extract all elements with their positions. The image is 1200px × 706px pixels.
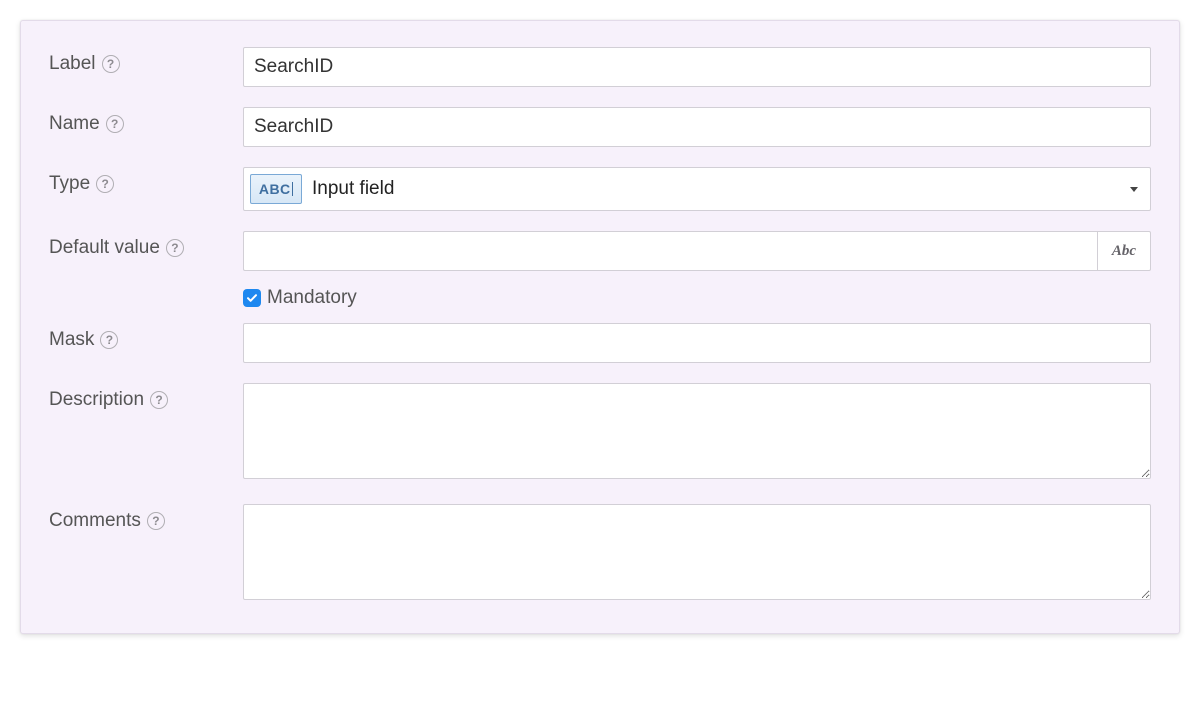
row-type: Type ? ABC Input field [49, 167, 1151, 211]
type-label: Type ? [49, 167, 243, 195]
mask-input[interactable] [243, 323, 1151, 363]
comments-textarea[interactable] [243, 504, 1151, 600]
label-text: Type [49, 173, 90, 195]
help-icon[interactable]: ? [100, 331, 118, 349]
mandatory-label[interactable]: Mandatory [267, 287, 357, 309]
form-panel: Label ? Name ? Type ? ABC [20, 20, 1180, 634]
row-mask: Mask ? [49, 323, 1151, 363]
mandatory-spacer [49, 287, 243, 293]
description-label: Description ? [49, 383, 243, 411]
row-comments: Comments ? [49, 504, 1151, 605]
label-input[interactable] [243, 47, 1151, 87]
type-icon-text: ABC [259, 181, 291, 197]
help-icon[interactable]: ? [147, 512, 165, 530]
comments-label: Comments ? [49, 504, 243, 532]
input-field-icon: ABC [250, 174, 302, 204]
mandatory-checkbox[interactable] [243, 289, 261, 307]
default-value-input[interactable] [243, 231, 1097, 271]
text-cursor-icon [292, 182, 294, 196]
label-text: Label [49, 53, 96, 75]
expression-editor-button[interactable]: Abc [1097, 231, 1151, 271]
help-icon[interactable]: ? [166, 239, 184, 257]
mask-label: Mask ? [49, 323, 243, 351]
help-icon[interactable]: ? [102, 55, 120, 73]
label-text: Default value [49, 237, 160, 259]
label-text: Description [49, 389, 144, 411]
abc-icon: Abc [1112, 243, 1136, 260]
label-text: Comments [49, 510, 141, 532]
help-icon[interactable]: ? [106, 115, 124, 133]
label-text: Mask [49, 329, 94, 351]
name-input[interactable] [243, 107, 1151, 147]
type-value: Input field [312, 178, 1120, 200]
name-label: Name ? [49, 107, 243, 135]
help-icon[interactable]: ? [150, 391, 168, 409]
check-icon [246, 292, 258, 304]
chevron-down-icon [1130, 187, 1138, 192]
default-value-label: Default value ? [49, 231, 243, 259]
row-default-value: Default value ? Abc [49, 231, 1151, 271]
type-select[interactable]: ABC Input field [243, 167, 1151, 211]
default-value-group: Abc [243, 231, 1151, 271]
label-text: Name [49, 113, 100, 135]
row-name: Name ? [49, 107, 1151, 147]
row-label: Label ? [49, 47, 1151, 87]
label-label: Label ? [49, 47, 243, 75]
row-description: Description ? [49, 383, 1151, 484]
description-textarea[interactable] [243, 383, 1151, 479]
row-mandatory: Mandatory [49, 287, 1151, 309]
help-icon[interactable]: ? [96, 175, 114, 193]
